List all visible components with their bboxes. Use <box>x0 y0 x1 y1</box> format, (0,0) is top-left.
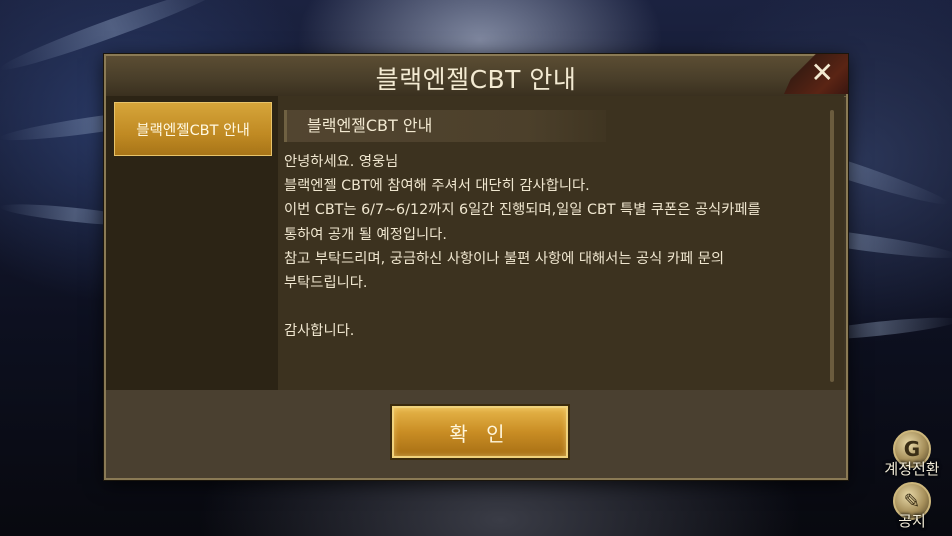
content-title: 블랙엔젤CBT 안내 <box>284 110 606 142</box>
message-line: 이번 CBT는 6/7~6/12까지 6일간 진행되며,일일 CBT 특별 쿠폰… <box>284 202 761 219</box>
switch-account-button[interactable]: G 계정전환 <box>876 430 948 479</box>
message-line: 안녕하세요. 영웅님 <box>284 154 399 170</box>
notice-content: 블랙엔젤CBT 안내 안녕하세요. 영웅님 블랙엔젤 CBT에 참여해 주셔서 … <box>278 96 844 390</box>
message-line: 감사합니다. <box>284 323 355 340</box>
notice-message: 안녕하세요. 영웅님 블랙엔젤 CBT에 참여해 주셔서 대단히 감사합니다. … <box>284 150 824 344</box>
message-line: 통하여 공개 될 예정입니다. <box>284 226 447 243</box>
content-scrollbar[interactable] <box>830 110 834 382</box>
message-line: 블랙엔젤 CBT에 참여해 주셔서 대단히 감사합니다. <box>284 178 590 195</box>
game-screen: 블랙엔젤CBT 안내 ✕ 블랙엔젤CBT 안내 블랙엔젤CBT 안내 안녕하세요… <box>0 0 952 536</box>
dialog-header: 블랙엔젤CBT 안내 ✕ <box>106 54 848 97</box>
notice-label: 공지 <box>898 512 926 530</box>
switch-account-label: 계정전환 <box>884 460 940 478</box>
message-line: 참고 부탁드리며, 궁금하신 사항이나 불편 사항에 대해서는 공식 카페 문의 <box>284 250 725 267</box>
close-button[interactable]: ✕ <box>784 54 848 94</box>
notice-list: 블랙엔젤CBT 안내 <box>106 96 278 390</box>
close-icon: ✕ <box>810 56 834 89</box>
notice-dialog: 블랙엔젤CBT 안내 ✕ 블랙엔젤CBT 안내 블랙엔젤CBT 안내 안녕하세요… <box>104 54 848 480</box>
dialog-title: 블랙엔젤CBT 안내 <box>375 65 577 94</box>
dialog-footer: 확 인 <box>106 390 846 478</box>
notice-tab-selected[interactable]: 블랙엔젤CBT 안내 <box>114 102 272 156</box>
message-line <box>284 295 824 319</box>
message-line: 부탁드립니다. <box>284 274 368 291</box>
confirm-button[interactable]: 확 인 <box>392 406 568 458</box>
notice-button[interactable]: ✎ 공지 <box>876 482 948 531</box>
